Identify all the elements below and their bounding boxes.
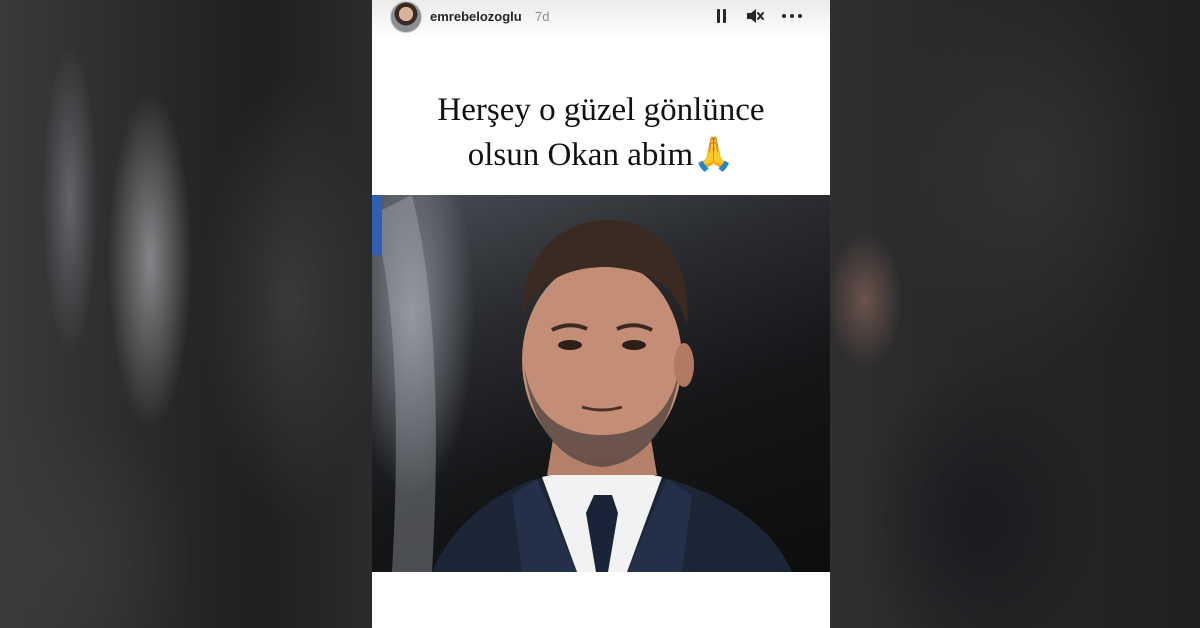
caption-line-1: Herşey o güzel gönlünce xyxy=(437,92,765,128)
caption-line-2: olsun Okan abim🙏 xyxy=(467,137,735,173)
blurred-backdrop-right xyxy=(830,0,1200,628)
more-options-icon[interactable] xyxy=(782,6,802,26)
username-link[interactable]: emrebelozoglu xyxy=(430,9,522,24)
avatar[interactable] xyxy=(390,1,422,33)
story-caption: Herşey o güzel gönlünce olsun Okan abim🙏 xyxy=(372,88,830,178)
blurred-backdrop-left xyxy=(0,0,372,628)
person-portrait-image xyxy=(372,195,792,572)
photo-background-accent xyxy=(372,195,382,255)
story-bottom-area xyxy=(372,572,830,628)
story-panel[interactable]: emrebelozoglu 7d Herşey o güzel gönlünce… xyxy=(372,0,830,628)
story-header: emrebelozoglu 7d xyxy=(372,0,830,40)
time-ago-label: 7d xyxy=(535,9,550,24)
story-photo xyxy=(372,195,830,572)
pause-icon[interactable] xyxy=(712,6,732,26)
story-viewer: emrebelozoglu 7d Herşey o güzel gönlünce… xyxy=(0,0,1200,628)
mute-icon[interactable] xyxy=(745,6,765,26)
